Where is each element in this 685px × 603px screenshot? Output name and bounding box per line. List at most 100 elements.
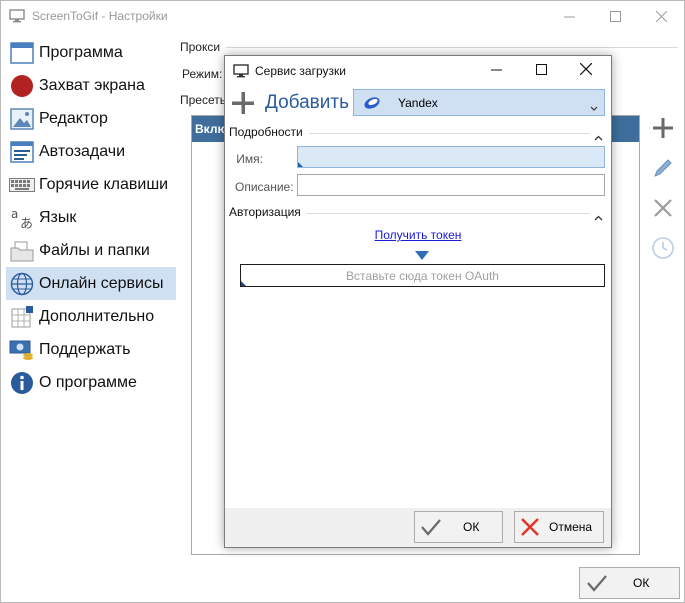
sidebar-item-label: Онлайн сервисы: [39, 274, 164, 292]
clock-icon: [651, 236, 675, 265]
sidebar-item-donate[interactable]: Поддержать: [6, 333, 176, 366]
sidebar-item-screen-capture[interactable]: Захват экрана: [6, 69, 176, 102]
sidebar-item-program[interactable]: Программа: [6, 36, 176, 69]
oauth-token-field[interactable]: Вставьте сюда токен OAuth: [240, 264, 605, 287]
info-icon: [9, 370, 35, 396]
app-monitor-icon: [9, 9, 25, 23]
add-service-button[interactable]: Добавить: [231, 89, 349, 117]
minimize-button[interactable]: [546, 1, 592, 32]
dialog-toolbar: Добавить Yandex: [225, 87, 611, 119]
proxy-mode-label: Режим:: [182, 67, 223, 81]
record-icon: [9, 73, 35, 99]
add-service-label: Добавить: [265, 92, 349, 113]
sidebar-item-label: О программе: [39, 373, 137, 391]
maximize-icon: [535, 62, 547, 80]
auth-divider: [307, 213, 589, 214]
cancel-x-icon: [520, 517, 540, 542]
dialog-close-button[interactable]: [563, 56, 609, 86]
keyboard-icon: [9, 172, 35, 198]
sidebar-item-autotasks[interactable]: Автозадачи: [6, 135, 176, 168]
dialog-ok-label: ОК: [463, 520, 480, 534]
app-monitor-icon: [233, 64, 249, 83]
details-divider: [309, 133, 589, 134]
chevron-up-icon[interactable]: [594, 128, 603, 146]
sidebar-item-label: Автозадачи: [39, 142, 126, 160]
edit-preset-button[interactable]: [648, 155, 678, 185]
focus-marker: [241, 281, 246, 286]
check-icon: [420, 517, 442, 542]
chevron-up-icon[interactable]: [594, 208, 603, 226]
description-field-label: Описание:: [235, 180, 294, 194]
dialog-cancel-label: Отмена: [549, 520, 593, 534]
name-field[interactable]: [297, 146, 605, 168]
maximize-button[interactable]: [592, 1, 638, 32]
chevron-down-icon: [590, 99, 598, 117]
sidebar-item-label: Поддержать: [39, 340, 131, 358]
auth-header-label: Авторизация: [229, 205, 305, 219]
dialog-cancel-button[interactable]: Отмена: [514, 511, 604, 543]
presets-section-label: Пресеты: [180, 93, 229, 107]
image-editor-icon: [9, 106, 35, 132]
dialog-footer: ОК Отмена: [225, 508, 611, 547]
plus-icon: [652, 117, 674, 144]
sidebar-item-files-folders[interactable]: Файлы и папки: [6, 234, 176, 267]
description-field[interactable]: [297, 174, 605, 196]
service-type-select[interactable]: Yandex: [353, 89, 605, 116]
oauth-token-placeholder: Вставьте сюда токен OAuth: [346, 269, 499, 283]
remove-preset-button[interactable]: [648, 195, 678, 225]
check-icon: [586, 573, 608, 598]
name-field-label: Имя:: [236, 152, 263, 166]
extras-icon: [9, 304, 35, 330]
main-ok-label: ОК: [633, 576, 650, 590]
sidebar-item-label: Захват экрана: [39, 76, 145, 94]
minimize-icon: [563, 11, 575, 22]
dialog-title: Сервис загрузки: [255, 64, 346, 78]
main-titlebar: ScreenToGif - Настройки: [1, 1, 684, 32]
sidebar-item-about[interactable]: О программе: [6, 366, 176, 399]
auth-group-header[interactable]: Авторизация: [229, 205, 607, 221]
sidebar-item-label: Горячие клавиши: [39, 175, 169, 193]
sidebar-item-label: Дополнительно: [39, 307, 155, 325]
details-header-label: Подробности: [229, 125, 307, 139]
add-preset-button[interactable]: [648, 115, 678, 145]
svg-text:a: a: [11, 207, 18, 221]
history-button[interactable]: [648, 235, 678, 265]
x-icon: [652, 197, 674, 224]
language-icon: aあ: [9, 205, 35, 231]
tasks-icon: [9, 139, 35, 165]
selected-service: Yandex: [398, 96, 438, 110]
dialog-ok-button[interactable]: ОК: [414, 511, 503, 543]
focus-marker: [298, 162, 303, 167]
minimize-icon: [490, 62, 502, 80]
sidebar-item-label: Программа: [39, 43, 123, 61]
arrow-down-icon: [415, 247, 429, 265]
dialog-minimize-button[interactable]: [473, 56, 519, 86]
details-group-header[interactable]: Подробности: [229, 125, 607, 141]
folder-icon: [9, 238, 35, 264]
sidebar-item-extras[interactable]: Дополнительно: [6, 300, 176, 333]
pencil-icon: [652, 157, 674, 184]
window-icon: [9, 40, 35, 66]
get-token-link[interactable]: Получить токен: [225, 228, 611, 242]
close-icon: [579, 62, 593, 80]
sidebar-item-hotkeys[interactable]: Горячие клавиши: [6, 168, 176, 201]
main-ok-button[interactable]: ОК: [579, 567, 680, 599]
dialog-titlebar: Сервис загрузки: [225, 56, 611, 86]
donate-icon: [9, 337, 35, 363]
yandex-disk-icon: [363, 95, 381, 116]
sidebar-item-editor[interactable]: Редактор: [6, 102, 176, 135]
close-icon: [655, 11, 667, 22]
globe-icon: [9, 271, 35, 297]
proxy-divider: [226, 47, 678, 48]
plus-icon: [231, 91, 255, 115]
sidebar-item-label: Язык: [39, 208, 77, 226]
svg-text:あ: あ: [20, 217, 33, 230]
sidebar-item-language[interactable]: aあ Язык: [6, 201, 176, 234]
sidebar-item-online-services[interactable]: Онлайн сервисы: [6, 267, 176, 300]
settings-sidebar: Программа Захват экрана Редактор Автозад…: [6, 36, 176, 399]
proxy-section-label: Прокси: [180, 40, 221, 54]
dialog-maximize-button[interactable]: [518, 56, 564, 86]
upload-service-dialog: Сервис загрузки Добавить Yandex Подробно…: [224, 55, 612, 548]
sidebar-item-label: Редактор: [39, 109, 108, 127]
close-button[interactable]: [638, 1, 684, 32]
